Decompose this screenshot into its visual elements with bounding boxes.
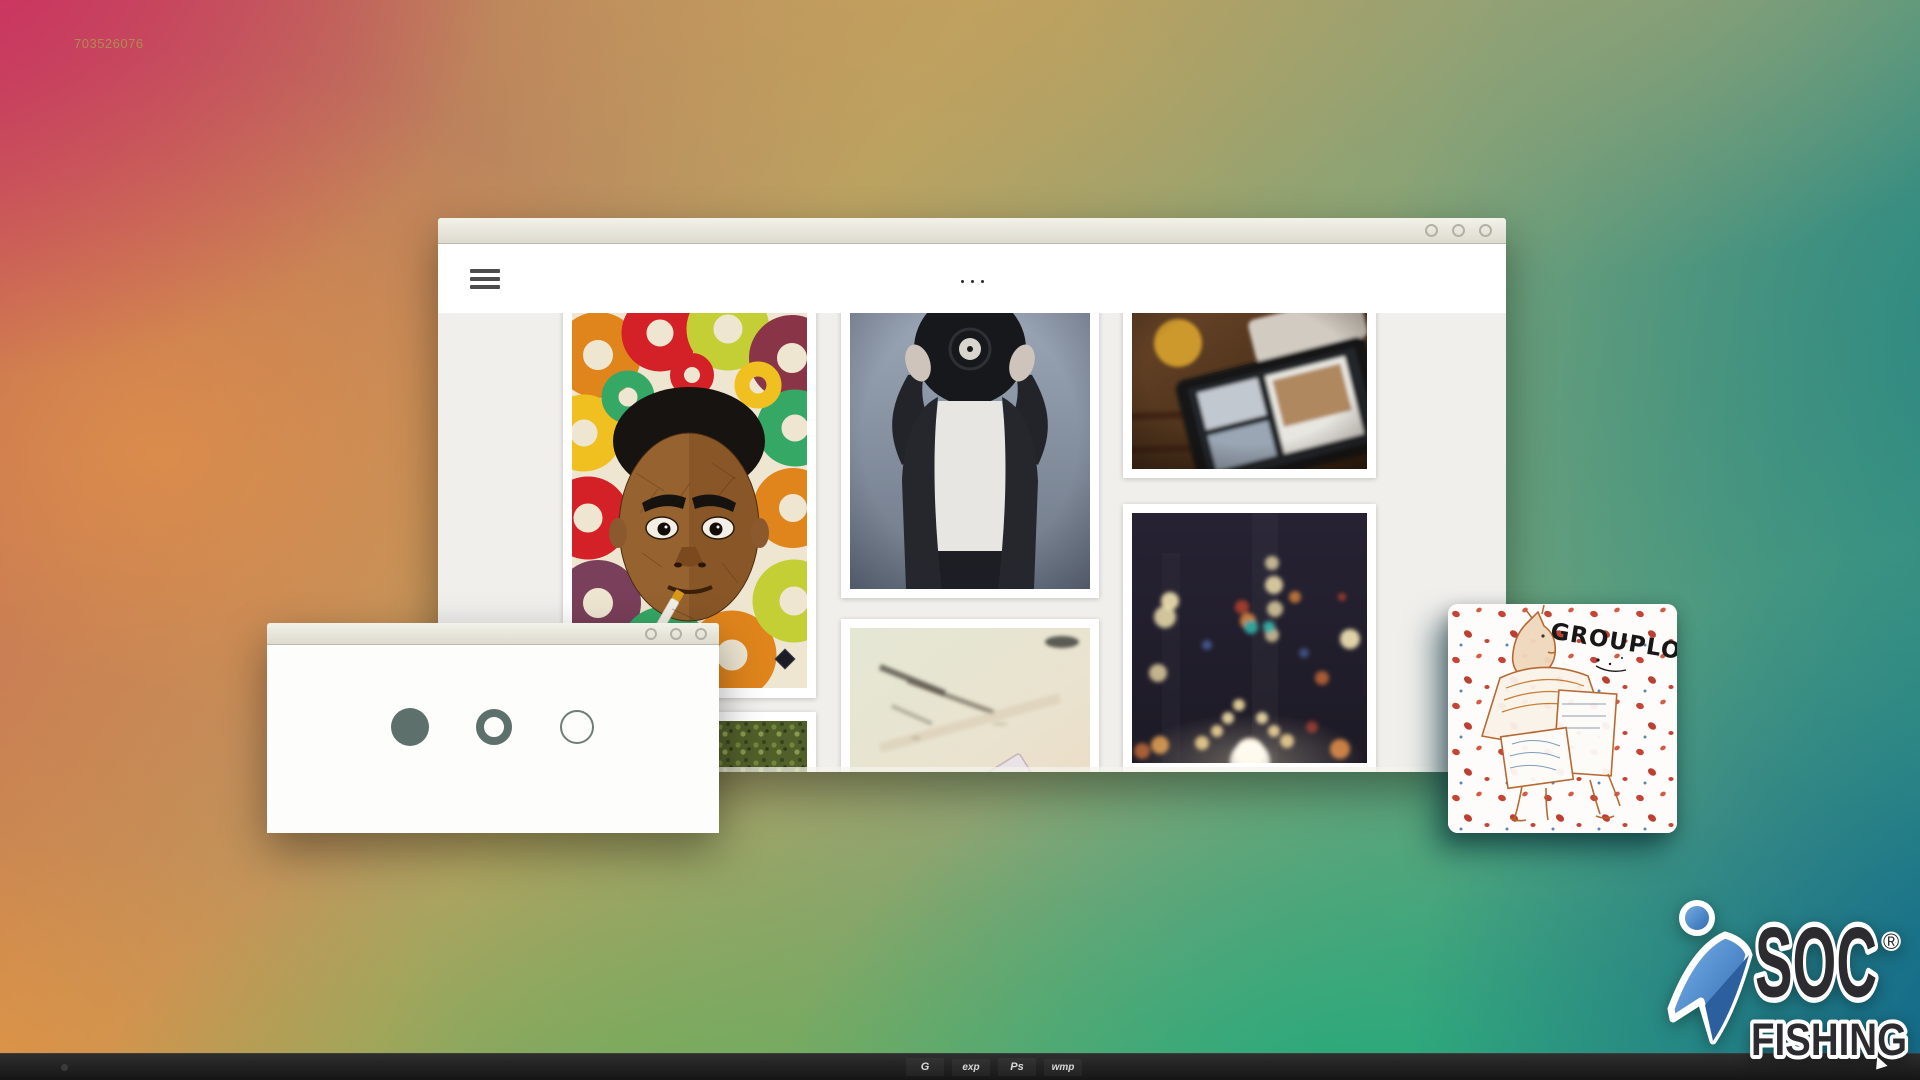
- gallery-header: [438, 244, 1506, 313]
- taskbar-item-ps[interactable]: Ps: [998, 1058, 1036, 1076]
- taskbar-items: G exp Ps wmp: [906, 1054, 1082, 1080]
- taskbar: G exp Ps wmp: [0, 1053, 1920, 1080]
- photo-card-city-night[interactable]: [1123, 504, 1376, 772]
- taskbar-start-icon[interactable]: [61, 1064, 68, 1071]
- soc-fishing-logo: SOC ® FISHING: [1655, 893, 1915, 1069]
- window-control-icon[interactable]: [670, 627, 682, 640]
- circle-option-filled[interactable]: [391, 708, 429, 746]
- taskbar-item-exp[interactable]: exp: [952, 1058, 990, 1076]
- vinyl-person-image: [850, 313, 1090, 589]
- shapes-window: [267, 623, 719, 833]
- city-night-image: [1132, 513, 1367, 763]
- window-control-icon[interactable]: [1425, 224, 1438, 237]
- photo-card-vinyl-person[interactable]: [841, 313, 1099, 598]
- more-options-icon[interactable]: [438, 280, 1506, 283]
- window-control-icon[interactable]: [1452, 224, 1465, 237]
- beach-sand-image: [850, 628, 1090, 772]
- circle-option-thin-ring[interactable]: [560, 710, 594, 744]
- window-control-icon[interactable]: [1479, 224, 1492, 237]
- desktop: 703526076 GROUPLOVE G exp Ps wmp SOC ® F…: [0, 0, 1920, 1080]
- logo-figure-head-icon: [1679, 900, 1715, 936]
- taskbar-item-wmp[interactable]: wmp: [1044, 1058, 1082, 1076]
- tablet-desk-image: [1132, 313, 1367, 469]
- circle-option-thick-ring[interactable]: [476, 709, 512, 745]
- album-art-illustration: GROUPLOVE: [1448, 604, 1677, 833]
- taskbar-item-g[interactable]: G: [906, 1058, 944, 1076]
- gallery-window-titlebar[interactable]: [438, 218, 1506, 244]
- hamburger-menu-icon[interactable]: [470, 269, 500, 289]
- shapes-window-titlebar[interactable]: [267, 623, 719, 645]
- album-art-card[interactable]: GROUPLOVE: [1448, 604, 1677, 833]
- shapes-window-body: [267, 645, 719, 833]
- photo-card-beach-sand[interactable]: [841, 619, 1099, 772]
- wallpaper-watermark: 703526076: [74, 36, 144, 51]
- window-control-icon[interactable]: [645, 627, 657, 640]
- logo-registered-mark: ®: [1883, 929, 1899, 954]
- photo-card-tablet-desk[interactable]: [1123, 313, 1376, 478]
- window-control-icon[interactable]: [695, 627, 707, 640]
- logo-soc-text: SOC: [1755, 907, 1877, 1018]
